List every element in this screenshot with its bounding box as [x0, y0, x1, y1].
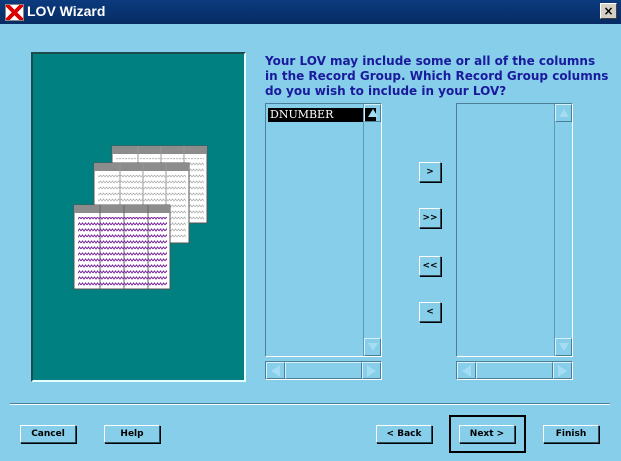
- separator: [10, 403, 610, 405]
- wizard-illustration-panel: [31, 52, 246, 382]
- record-group-sheets-illustration: [73, 145, 208, 290]
- available-columns-list[interactable]: DNUMBER: [265, 103, 382, 357]
- next-button[interactable]: Next >: [459, 425, 515, 443]
- remove-selected-button[interactable]: <: [419, 302, 441, 322]
- instruction-text: Your LOV may include some or all of the …: [265, 54, 609, 98]
- scroll-thumb[interactable]: [285, 362, 362, 379]
- window-title: LOV Wizard: [27, 3, 106, 19]
- scroll-left-icon[interactable]: [457, 362, 476, 379]
- available-vertical-scrollbar[interactable]: [363, 104, 381, 356]
- close-icon: ×: [603, 4, 614, 18]
- scroll-right-icon[interactable]: [553, 362, 572, 379]
- list-item[interactable]: DNUMBER: [268, 108, 376, 122]
- available-horizontal-scrollbar[interactable]: [265, 361, 382, 380]
- title-bar: LOV Wizard ×: [0, 0, 621, 24]
- finish-button[interactable]: Finish: [543, 425, 599, 443]
- back-button[interactable]: < Back: [376, 425, 432, 443]
- selected-horizontal-scrollbar[interactable]: [456, 361, 573, 380]
- selected-columns-list[interactable]: [456, 103, 573, 357]
- front-sheet: [73, 204, 171, 290]
- move-selected-button[interactable]: >: [419, 162, 441, 182]
- selected-vertical-scrollbar[interactable]: [554, 104, 572, 356]
- move-all-button[interactable]: >>: [419, 208, 441, 228]
- remove-all-button[interactable]: <<: [419, 256, 441, 276]
- scroll-up-icon[interactable]: [555, 104, 572, 122]
- close-button[interactable]: ×: [600, 3, 617, 19]
- scroll-thumb[interactable]: [476, 362, 553, 379]
- scroll-left-icon[interactable]: [266, 362, 285, 379]
- scroll-up-icon[interactable]: [364, 104, 381, 122]
- cancel-button[interactable]: Cancel: [20, 425, 76, 443]
- help-button[interactable]: Help: [104, 425, 160, 443]
- scroll-right-icon[interactable]: [362, 362, 381, 379]
- app-icon: [5, 4, 24, 21]
- scroll-down-icon[interactable]: [364, 338, 381, 356]
- scroll-down-icon[interactable]: [555, 338, 572, 356]
